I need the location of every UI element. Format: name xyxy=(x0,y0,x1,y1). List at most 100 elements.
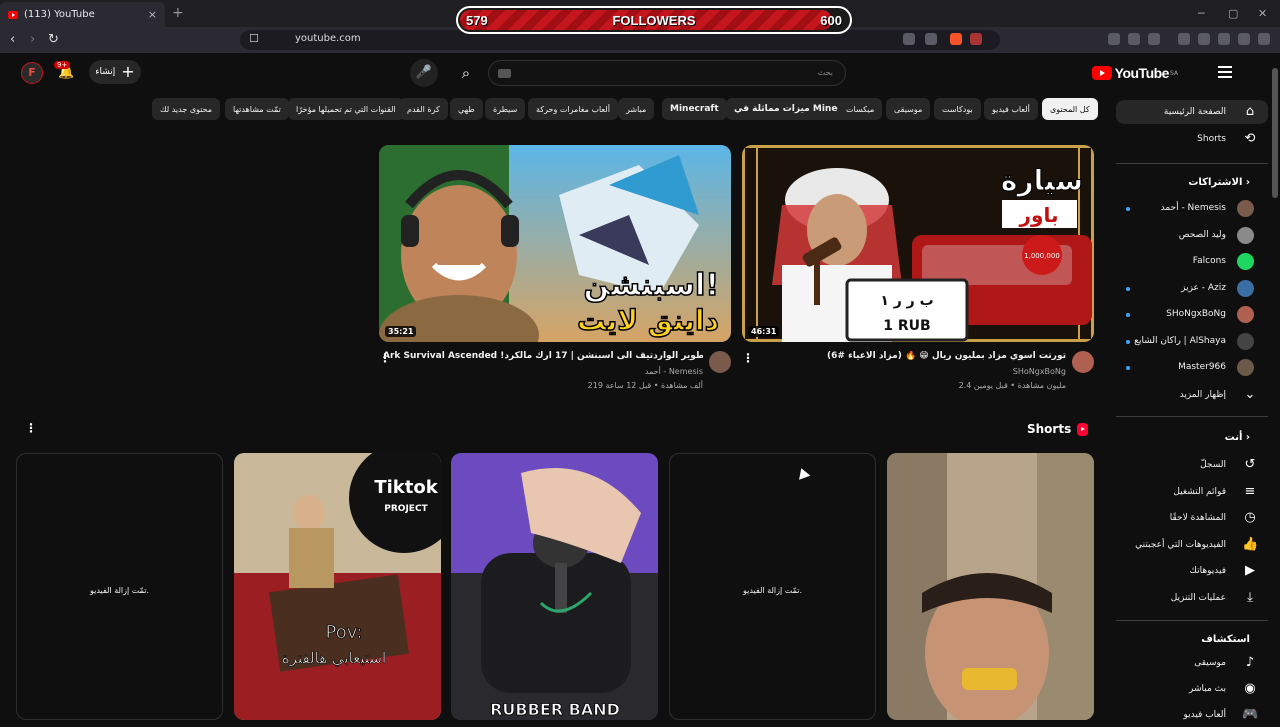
chip-new-for-you[interactable]: محتوى جديد لك xyxy=(152,98,221,120)
keyboard-icon[interactable] xyxy=(498,69,511,78)
sidebar-item-label: ألعاب فيديو xyxy=(1183,710,1226,720)
chip-podcasts[interactable]: بودكاست xyxy=(934,98,981,120)
search-placeholder: بحث xyxy=(817,68,833,77)
brave-shield-icon[interactable] xyxy=(950,33,962,45)
sidebar-item-label: فيديوهاتك xyxy=(1189,566,1226,576)
show-more-button[interactable]: إظهار المزيد ⌄ xyxy=(1116,383,1268,407)
chip-cooking[interactable]: طهي xyxy=(450,98,483,120)
create-button[interactable]: إنشاء + xyxy=(89,60,141,84)
cast-icon[interactable] xyxy=(903,33,915,45)
chip-minecraft[interactable]: Minecraft xyxy=(662,98,727,120)
subscription-item[interactable]: Master966 xyxy=(1116,356,1268,380)
short-thumbnail-pov: Tiktok PROJECT Pov: استيعابي هالفترة xyxy=(234,453,441,720)
voice-search-icon[interactable]: 🎤 xyxy=(410,59,438,87)
sidebar-toggle-icon[interactable] xyxy=(1178,33,1190,45)
video-title[interactable]: Ark Survival Ascended !تطوير الواردتيف ا… xyxy=(383,351,703,361)
live-icon: ◉ xyxy=(1244,681,1256,696)
video-meta: 219 ألف مشاهدة • قبل 12 ساعة xyxy=(587,381,703,390)
short-removed[interactable]: تمّت إزالة الفيديو. xyxy=(669,453,876,720)
sidebar-item-label: الصفحة الرئيسية xyxy=(1163,107,1226,117)
channel-name[interactable]: SHoNgxBoNg xyxy=(1013,367,1066,376)
sidebar-item-live[interactable]: بث مباشر ◉ xyxy=(1116,677,1268,701)
subscription-item[interactable]: عزيز - Aziz xyxy=(1116,277,1268,301)
chip-video-games[interactable]: ألعاب فيديو xyxy=(984,98,1038,120)
chip-control[interactable]: سيطرة xyxy=(485,98,526,120)
sidebar-item-home[interactable]: الصفحة الرئيسية ⌂ xyxy=(1116,100,1268,124)
short-removed[interactable]: تمّت إزالة الفيديو. xyxy=(16,453,223,720)
chip-all[interactable]: كل المحتوى xyxy=(1042,98,1098,120)
followers-goal: 600 xyxy=(820,13,842,28)
url-text[interactable]: youtube.com xyxy=(295,33,361,44)
new-content-dot xyxy=(1126,340,1130,344)
short-card[interactable]: RUBBER BAND xyxy=(451,453,658,720)
window-close-icon[interactable]: ✕ xyxy=(1258,7,1267,20)
hamburger-menu-icon[interactable] xyxy=(1218,66,1232,78)
you-title: أنت xyxy=(1224,432,1243,443)
sidebar-item-downloads[interactable]: عمليات التنزيل ⤓ xyxy=(1116,586,1268,610)
search-icon[interactable]: ⌕ xyxy=(452,59,480,87)
new-tab-button[interactable]: + xyxy=(172,5,184,21)
browser-tab[interactable]: (113) YouTube × xyxy=(0,2,165,27)
sidebar-item-liked[interactable]: الفيديوهات التي أعجبتني 👍 xyxy=(1116,533,1268,557)
video-card[interactable]: اسبنشن! داينق لايت 35:21 Ark Survival As… xyxy=(379,145,731,395)
auction-thumbnail-art: ب ر ر ١ 1 RUB سيارة باور 1,000,000 xyxy=(742,145,1094,342)
subscription-item[interactable]: SHoNgxBoNg xyxy=(1116,303,1268,327)
video-thumbnail[interactable]: ب ر ر ١ 1 RUB سيارة باور 1,000,000 46:31 xyxy=(742,145,1094,342)
sidebar-item-gaming[interactable]: ألعاب فيديو 🎮 xyxy=(1116,703,1268,727)
channel-avatar[interactable] xyxy=(709,351,731,373)
account-avatar[interactable]: F xyxy=(21,62,43,84)
sidebar-item-your-videos[interactable]: فيديوهاتك ▶ xyxy=(1116,559,1268,583)
notifications-bell-icon[interactable]: 🔔 9+ xyxy=(54,61,74,80)
back-icon[interactable]: ‹ xyxy=(10,32,15,47)
video-card[interactable]: ب ر ر ١ 1 RUB سيارة باور 1,000,000 46:31… xyxy=(742,145,1094,395)
sidebar-item-label: الفيديوهات التي أعجبتني xyxy=(1135,540,1226,550)
svg-text:باور: باور xyxy=(1019,203,1059,227)
youtube-logo[interactable]: YouTube SA xyxy=(1091,65,1178,81)
subscription-item[interactable]: Falcons xyxy=(1116,250,1268,274)
sidebar-item-music[interactable]: موسيقى ♪ xyxy=(1116,651,1268,675)
shorts-menu-icon[interactable]: ⋮ xyxy=(25,421,37,435)
sidebar-item-shorts[interactable]: Shorts ⟲ xyxy=(1116,127,1268,151)
channel-name[interactable]: أحمد - Nemesis xyxy=(645,367,703,376)
channel-avatar[interactable] xyxy=(1072,351,1094,373)
scrollbar[interactable] xyxy=(1272,68,1278,198)
share-icon[interactable] xyxy=(925,33,937,45)
bookmark-icon[interactable]: ☐ xyxy=(249,32,259,45)
sidebar-item-history[interactable]: السجلّ ↺ xyxy=(1116,453,1268,477)
menu-icon[interactable] xyxy=(1258,33,1270,45)
reload-icon[interactable]: ↻ xyxy=(48,32,59,47)
svg-text:Tiktok: Tiktok xyxy=(374,477,438,498)
vpn-icon[interactable] xyxy=(1238,33,1250,45)
tab-close-icon[interactable]: × xyxy=(148,8,157,21)
subscription-item[interactable]: وليد الصحص xyxy=(1116,224,1268,248)
extensions-menu-icon[interactable] xyxy=(1148,33,1160,45)
short-card[interactable]: Tiktok PROJECT Pov: استيعابي هالفترة xyxy=(234,453,441,720)
chip-football[interactable]: كرة القدم xyxy=(399,98,448,120)
sidebar-item-watch-later[interactable]: المشاهدة لاحقًا ◷ xyxy=(1116,506,1268,530)
subscription-item[interactable]: أحمد - Nemesis xyxy=(1116,197,1268,221)
leo-icon[interactable] xyxy=(1218,33,1230,45)
subscription-item[interactable]: راكان الشايع | AlShaya xyxy=(1116,330,1268,354)
maximize-icon[interactable]: ▢ xyxy=(1228,7,1238,20)
chip-recently-uploaded[interactable]: القنوات التي تم تحميلها مؤخرًا xyxy=(288,98,404,120)
puzzle-icon[interactable] xyxy=(1128,33,1140,45)
chip-action-adventure[interactable]: ألعاب مغامرات وحركة xyxy=(528,98,618,120)
extension-icon[interactable] xyxy=(1108,33,1120,45)
short-card[interactable] xyxy=(887,453,1094,720)
wallet-icon[interactable] xyxy=(1198,33,1210,45)
search-input[interactable]: بحث xyxy=(488,60,846,86)
subscriptions-heading[interactable]: الاشتراكات › xyxy=(1188,177,1250,188)
video-menu-icon[interactable]: ⋮ xyxy=(379,351,391,365)
minimize-icon[interactable]: ─ xyxy=(1198,7,1205,20)
you-heading[interactable]: أنت › xyxy=(1225,432,1250,443)
video-menu-icon[interactable]: ⋮ xyxy=(742,351,754,365)
forward-icon[interactable]: › xyxy=(30,32,35,47)
video-title[interactable]: (مزاد الاعياء #6) 🔥 😁 تورتت اسوي مزاد بم… xyxy=(746,351,1066,361)
chip-watched[interactable]: تمّت مشاهدتها xyxy=(225,98,289,120)
chip-music[interactable]: موسيقى xyxy=(886,98,931,120)
chip-live[interactable]: مباشر xyxy=(618,98,655,120)
video-thumbnail[interactable]: اسبنشن! داينق لايت 35:21 xyxy=(379,145,731,342)
chip-mixes[interactable]: ميكسات xyxy=(838,98,883,120)
brave-rewards-icon[interactable] xyxy=(970,33,982,45)
sidebar-item-playlists[interactable]: قوائم التشغيل ≡ xyxy=(1116,480,1268,504)
